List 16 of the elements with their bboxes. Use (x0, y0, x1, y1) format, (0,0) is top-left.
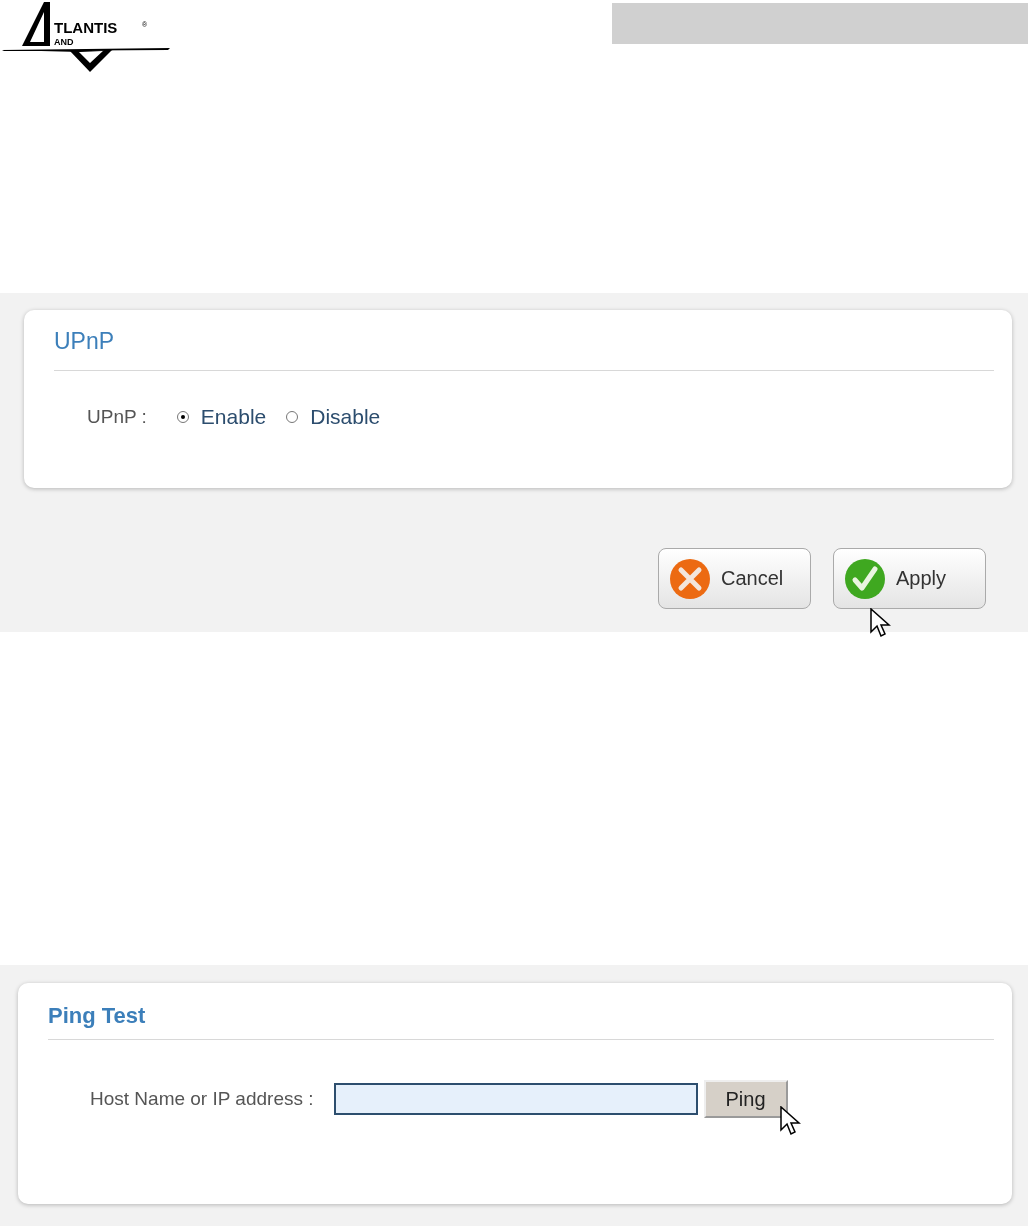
pointer-icon (870, 608, 892, 638)
radio-label[interactable]: Disable (310, 405, 381, 429)
apply-button[interactable]: Apply (833, 548, 986, 609)
pointer-icon (780, 1106, 802, 1136)
checkmark-icon (844, 557, 886, 600)
section-title: UPnP (54, 327, 116, 356)
field-label: Host Name or IP address : (90, 1088, 314, 1110)
radio-label[interactable]: Enable (200, 405, 267, 429)
ping-button[interactable]: Ping (703, 1080, 788, 1118)
radio-button[interactable] (286, 411, 299, 423)
host-input-field[interactable] (333, 1083, 698, 1115)
section-title: Ping Test (48, 1002, 147, 1030)
close-icon (669, 557, 711, 600)
field-label: UPnP : (87, 406, 147, 428)
radio-button[interactable] (176, 411, 189, 423)
cancel-button[interactable]: Cancel (658, 548, 811, 609)
